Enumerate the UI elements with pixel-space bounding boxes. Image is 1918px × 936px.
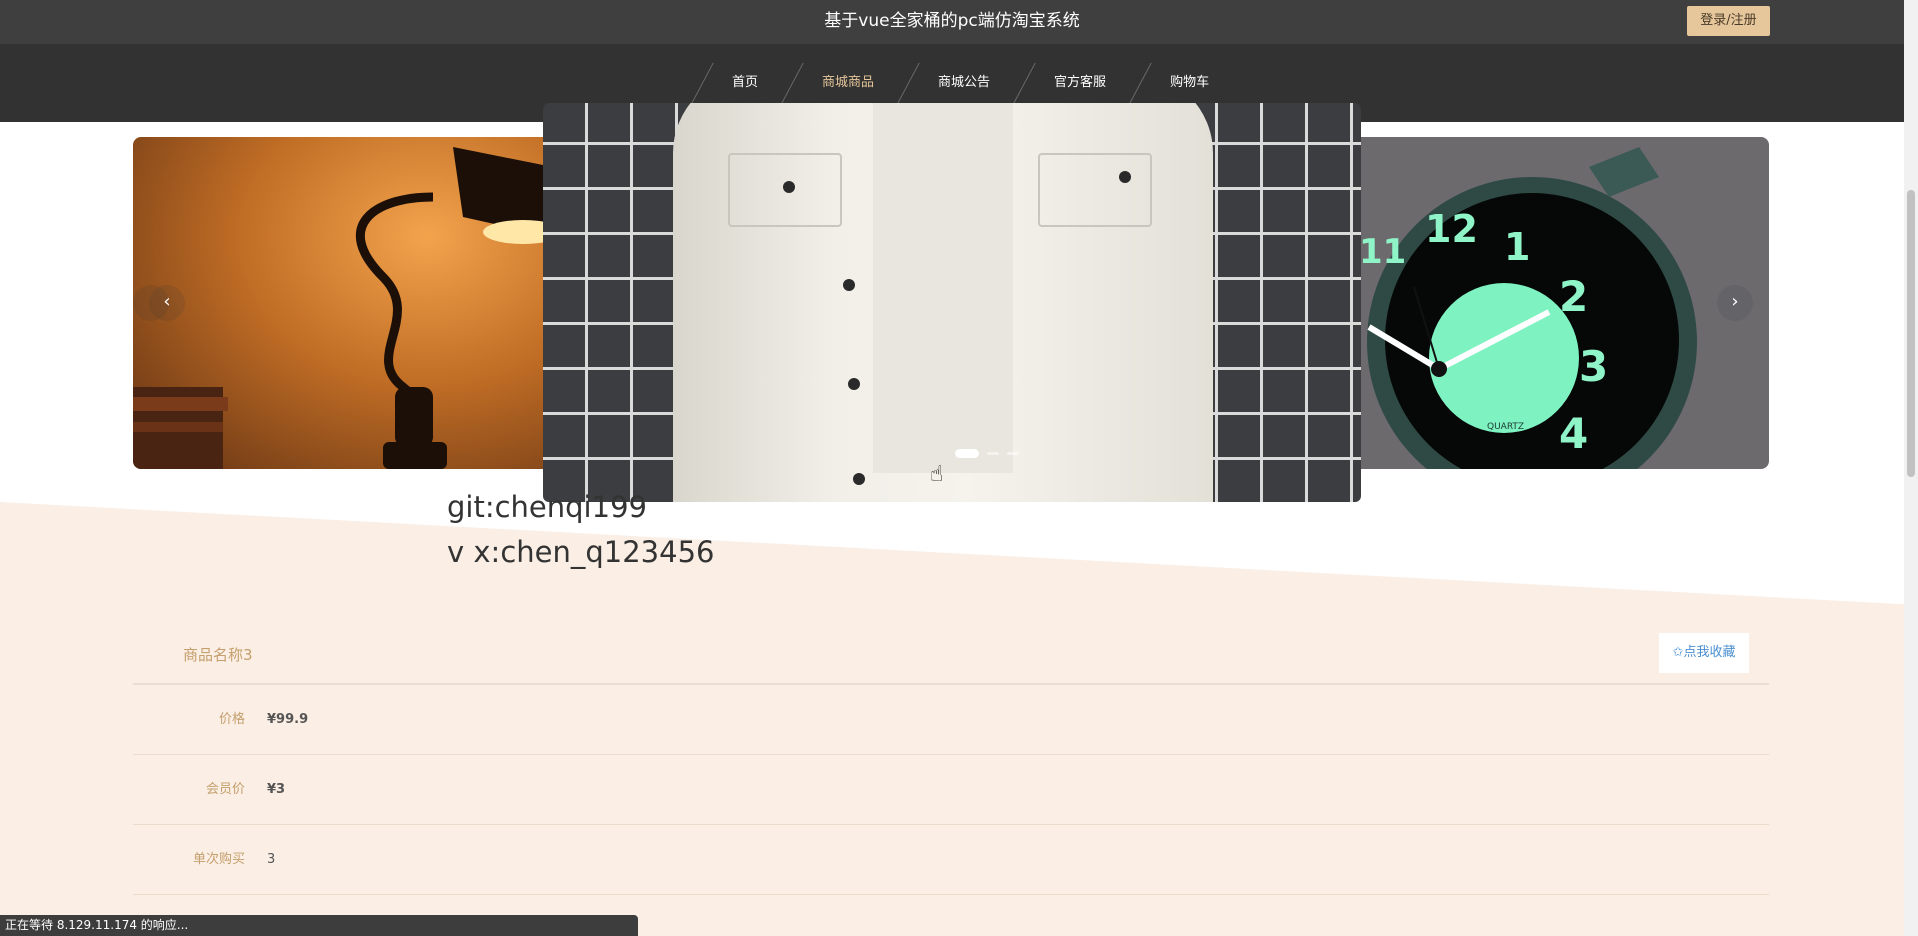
detail-label: 会员价 — [205, 782, 245, 797]
detail-label: 单次购买 — [192, 852, 245, 867]
nav-item-label: 官方客服 — [1054, 75, 1107, 90]
browser-status-bar: 正在等待 8.129.11.174 的响应... — [0, 915, 638, 936]
jacket-button — [848, 378, 860, 390]
carousel-slide-clock[interactable]: 12 1 2 3 4 11 QUARTZ — [1359, 137, 1769, 469]
chevron-left-icon: ‹ — [163, 291, 171, 312]
detail-row-price: 价格 ¥99.9 — [133, 685, 1769, 755]
carousel-next-button[interactable]: › — [1717, 285, 1753, 321]
carousel-slide-jacket[interactable] — [543, 103, 1361, 502]
hand-cursor-icon: ☝ — [930, 462, 944, 487]
jacket-button — [1119, 171, 1131, 183]
top-bar: 基于vue全家桶的pc端仿淘宝系统 登录/注册 — [0, 0, 1904, 44]
login-register-button[interactable]: 登录/注册 — [1687, 6, 1770, 36]
jacket-pocket — [1038, 153, 1152, 227]
product-header: 商品名称3 ✩点我收藏 — [133, 627, 1769, 685]
nav-item-label: 商城公告 — [938, 75, 991, 90]
scrollbar-thumb[interactable] — [1907, 190, 1915, 477]
jacket-button — [853, 473, 865, 485]
carousel-slide-lamp[interactable] — [133, 137, 553, 469]
jacket-button — [783, 181, 795, 193]
detail-value: ¥3 — [267, 782, 286, 797]
jacket-hood — [873, 103, 1013, 473]
jacket-button — [843, 279, 855, 291]
clock-hands — [1367, 147, 1659, 377]
page-scrollbar[interactable] — [1904, 0, 1918, 936]
detail-row-single-purchase: 单次购买 3 — [133, 825, 1769, 895]
page: 基于vue全家桶的pc端仿淘宝系统 登录/注册 首页 商城商品 商城公告 官方客… — [0, 0, 1918, 936]
lamp-image — [133, 147, 553, 469]
detail-value: ¥99.9 — [267, 712, 309, 727]
contact-git: git:chenqi199 — [447, 490, 647, 524]
product-name: 商品名称3 — [183, 646, 253, 664]
carousel-indicator-active[interactable] — [955, 449, 979, 458]
detail-row-member-price: 会员价 ¥3 — [133, 755, 1769, 825]
contact-wechat: v x:chen_q123456 — [447, 535, 715, 569]
carousel-indicator[interactable] — [1007, 452, 1019, 455]
jacket-image — [673, 103, 1213, 502]
carousel-indicator[interactable] — [987, 452, 999, 455]
nav-item-label: 商城商品 — [822, 75, 875, 90]
detail-value: 3 — [267, 852, 276, 867]
nav-item-label: 首页 — [732, 75, 759, 90]
carousel-indicators — [955, 449, 1019, 458]
favorite-button[interactable]: ✩点我收藏 — [1659, 633, 1749, 673]
chevron-right-icon: › — [1731, 291, 1739, 312]
nav-item-label: 购物车 — [1170, 75, 1210, 90]
detail-label: 价格 — [218, 712, 245, 727]
site-title: 基于vue全家桶的pc端仿淘宝系统 — [824, 11, 1080, 31]
carousel-prev-button[interactable]: ‹ — [149, 285, 185, 321]
